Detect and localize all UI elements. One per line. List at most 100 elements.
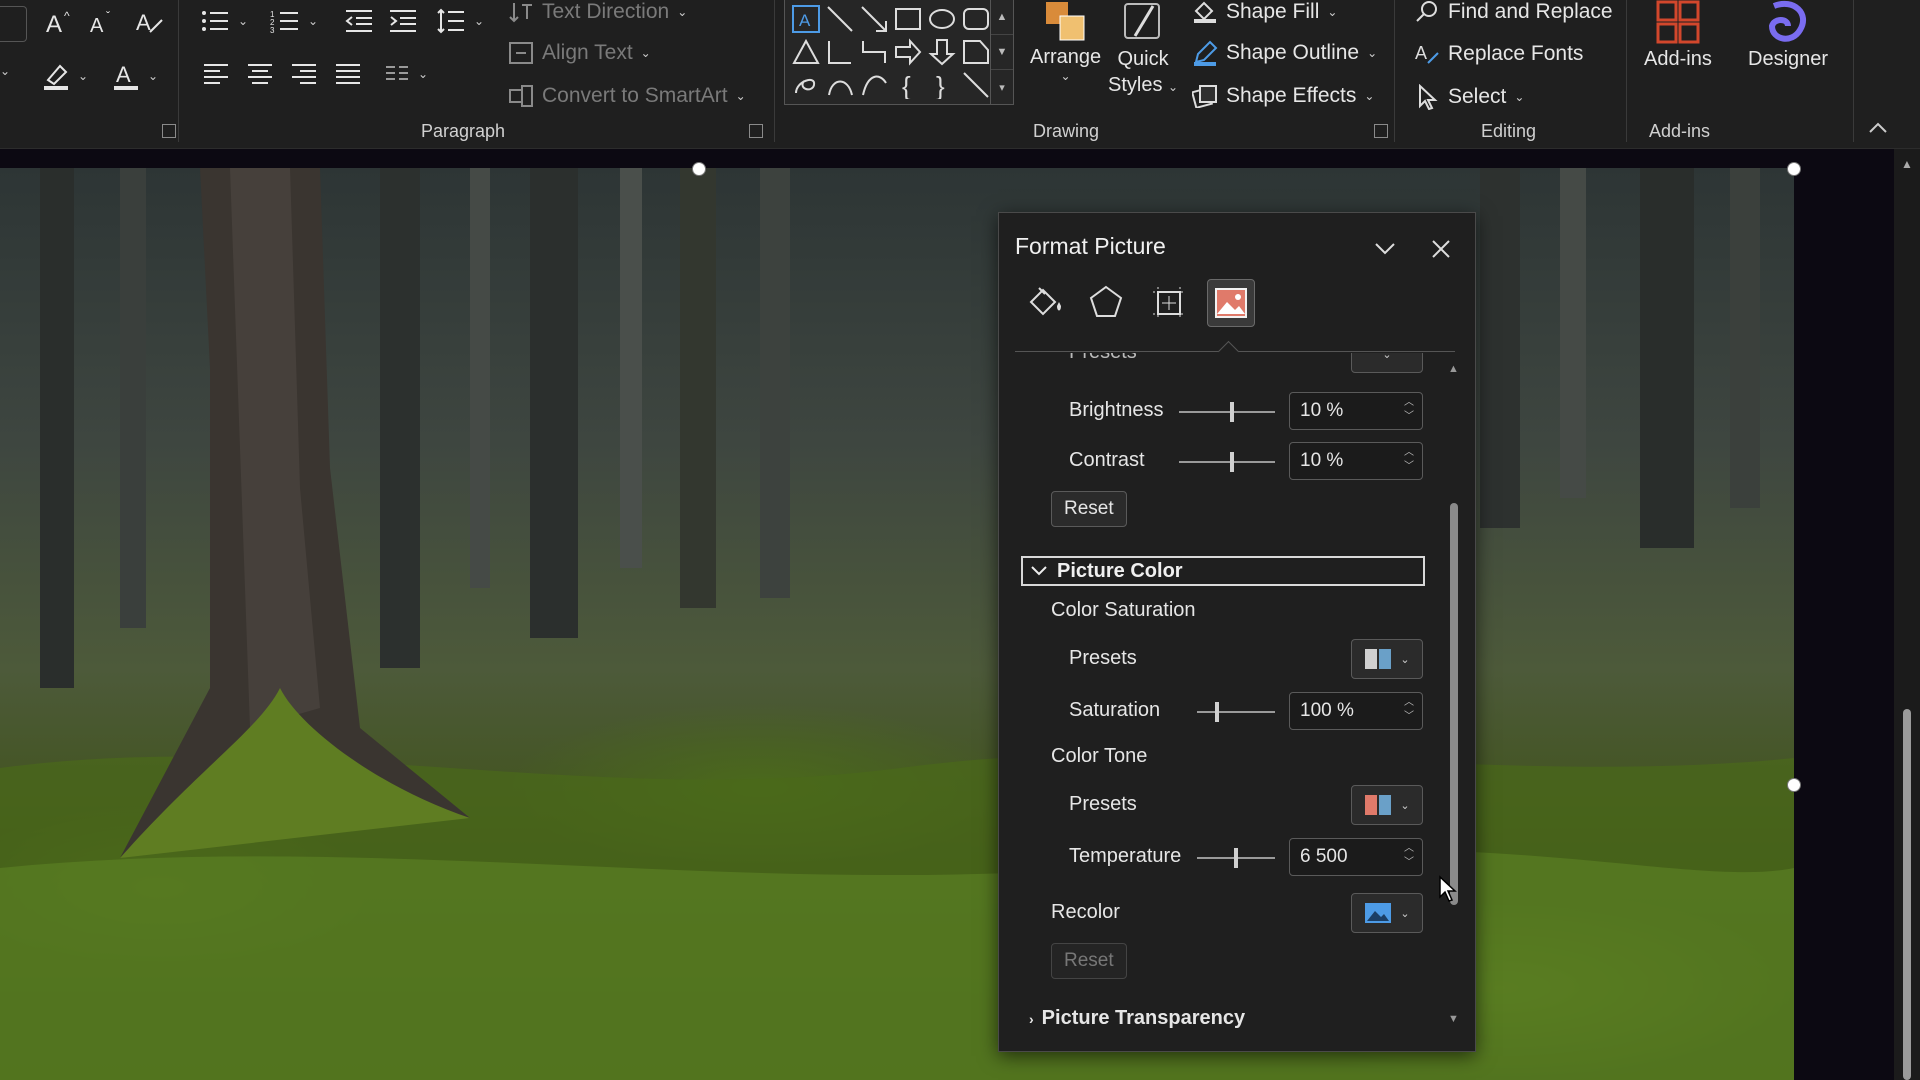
temperature-spinner[interactable]: 6 500 ︿ ﹀ xyxy=(1289,838,1423,876)
rectangle-shape-icon[interactable] xyxy=(894,5,922,33)
right-arrow-shape-icon[interactable] xyxy=(894,38,922,66)
quick-styles-button[interactable]: Quick Styles ⌄ xyxy=(1108,0,1178,100)
oval-shape-icon[interactable] xyxy=(928,5,956,33)
scroll-up-icon[interactable]: ▲ xyxy=(1901,157,1913,171)
pane-options-button[interactable] xyxy=(1371,235,1399,263)
tab-fill-line[interactable] xyxy=(1021,279,1067,325)
elbow-connector-shape-icon[interactable] xyxy=(826,38,854,66)
brightness-slider-knob[interactable] xyxy=(1230,402,1234,422)
slide-scrollbar-thumb[interactable] xyxy=(1903,709,1911,1080)
arrange-button[interactable]: Arrange ⌄ xyxy=(1030,0,1101,83)
pane-scroll-down-icon[interactable]: ▼ xyxy=(1448,1013,1459,1025)
spin-up-icon[interactable]: ︿ xyxy=(1404,396,1414,410)
increase-font-size-icon[interactable]: A ^ xyxy=(44,8,76,36)
font-dialog-launcher[interactable] xyxy=(162,124,176,138)
align-center-icon[interactable] xyxy=(246,62,274,86)
font-color-icon[interactable]: A ⌄ xyxy=(112,60,158,92)
temperature-slider[interactable] xyxy=(1197,848,1275,868)
replace-fonts-button[interactable]: A Replace Fonts xyxy=(1414,41,1583,67)
spin-down-icon[interactable]: ﹀ xyxy=(1404,710,1414,724)
decrease-font-size-icon[interactable]: Aˇ xyxy=(88,8,120,36)
line-spacing-icon[interactable]: ⌄ xyxy=(436,8,484,34)
curve-shape-icon[interactable] xyxy=(826,71,854,99)
select-button[interactable]: Select ⌄ xyxy=(1414,84,1524,110)
align-left-icon[interactable] xyxy=(202,62,230,86)
spin-down-icon[interactable]: ﹀ xyxy=(1404,856,1414,870)
pane-scroll-up-icon[interactable]: ▲ xyxy=(1448,363,1459,375)
text-direction-button[interactable]: Text Direction ⌄ xyxy=(508,0,687,24)
down-arrow-shape-icon[interactable] xyxy=(928,38,956,66)
add-ins-button[interactable]: Add-ins xyxy=(1644,0,1712,71)
find-replace-button[interactable]: Find and Replace xyxy=(1414,0,1613,24)
line-shape-icon[interactable] xyxy=(826,5,854,33)
resize-handle-right[interactable] xyxy=(1787,778,1801,792)
resize-handle-top-right[interactable] xyxy=(1787,162,1801,176)
clear-formatting-icon[interactable]: A xyxy=(134,8,166,36)
elbow-arrow-shape-icon[interactable] xyxy=(860,38,888,66)
freeform-shape-icon[interactable] xyxy=(792,71,820,99)
spin-up-icon[interactable]: ︿ xyxy=(1404,842,1414,856)
chevron-down-icon[interactable]: ⌄ xyxy=(0,64,10,78)
tab-effects[interactable] xyxy=(1083,279,1129,325)
corrections-presets-dropdown[interactable]: ⌄ xyxy=(1351,353,1423,373)
saturation-slider[interactable] xyxy=(1197,702,1275,722)
reset-color-button[interactable]: Reset xyxy=(1051,943,1127,979)
picture-color-section-header[interactable]: Picture Color xyxy=(1021,556,1425,586)
tab-size-properties[interactable] xyxy=(1145,279,1191,325)
reset-corrections-button[interactable]: Reset xyxy=(1051,491,1127,527)
gallery-up-icon[interactable]: ▲ xyxy=(991,0,1013,35)
font-name-dropdown[interactable] xyxy=(0,6,27,42)
contrast-slider[interactable] xyxy=(1179,452,1275,472)
slide-scrollbar[interactable]: ▲ xyxy=(1894,149,1920,1080)
spin-up-icon[interactable]: ︿ xyxy=(1404,696,1414,710)
gallery-more-icon[interactable]: ▾ xyxy=(991,70,1013,104)
pentagon-shape-icon[interactable] xyxy=(962,38,990,66)
text-box-shape-icon[interactable]: A xyxy=(792,5,820,33)
right-brace-shape-icon[interactable]: } xyxy=(928,71,956,99)
triangle-shape-icon[interactable] xyxy=(792,38,820,66)
resize-handle-top[interactable] xyxy=(692,162,706,176)
drawing-dialog-launcher[interactable] xyxy=(1374,124,1388,138)
saturation-slider-knob[interactable] xyxy=(1215,702,1219,722)
shape-fill-button[interactable]: Shape Fill ⌄ xyxy=(1192,0,1337,24)
tone-presets-dropdown[interactable]: ⌄ xyxy=(1351,785,1423,825)
gallery-down-icon[interactable]: ▼ xyxy=(991,35,1013,70)
spin-up-icon[interactable]: ︿ xyxy=(1404,446,1414,460)
align-right-icon[interactable] xyxy=(290,62,318,86)
shape-outline-button[interactable]: Shape Outline ⌄ xyxy=(1192,40,1377,66)
paragraph-dialog-launcher[interactable] xyxy=(749,124,763,138)
saturation-spinner[interactable]: 100 % ︿ ﹀ xyxy=(1289,692,1423,730)
align-text-button[interactable]: Align Text ⌄ xyxy=(508,41,651,65)
brightness-slider[interactable] xyxy=(1179,402,1275,422)
arrow-line-shape-icon[interactable] xyxy=(860,5,888,33)
bullets-icon[interactable]: ⌄ xyxy=(200,8,248,34)
temperature-slider-knob[interactable] xyxy=(1234,848,1238,868)
saturation-presets-dropdown[interactable]: ⌄ xyxy=(1351,639,1423,679)
convert-smartart-button[interactable]: Convert to SmartArt ⌄ xyxy=(508,84,746,108)
pane-scrollbar[interactable]: ▲ ▼ xyxy=(1447,353,1461,1033)
columns-icon[interactable]: ⌄ xyxy=(384,62,428,86)
contrast-slider-knob[interactable] xyxy=(1230,452,1234,472)
tab-picture[interactable] xyxy=(1207,279,1255,327)
numbering-icon[interactable]: 123 ⌄ xyxy=(270,8,318,34)
close-pane-button[interactable] xyxy=(1427,235,1455,263)
brightness-spinner[interactable]: 10 % ︿ ﹀ xyxy=(1289,392,1423,430)
shapes-gallery-scroll[interactable]: ▲ ▼ ▾ xyxy=(990,0,1013,104)
decrease-indent-icon[interactable] xyxy=(344,8,374,34)
shapes-gallery[interactable]: A { } ▲ ▼ ▾ xyxy=(784,0,1014,105)
contrast-spinner[interactable]: 10 % ︿ ﹀ xyxy=(1289,442,1423,480)
spin-down-icon[interactable]: ﹀ xyxy=(1404,460,1414,474)
designer-button[interactable]: Designer xyxy=(1748,0,1828,71)
shape-effects-button[interactable]: Shape Effects ⌄ xyxy=(1192,84,1374,108)
pane-scrollbar-thumb[interactable] xyxy=(1450,503,1458,905)
justify-icon[interactable] xyxy=(334,62,362,86)
arc-shape-icon[interactable] xyxy=(860,71,888,99)
left-brace-shape-icon[interactable]: { xyxy=(894,71,922,99)
increase-indent-icon[interactable] xyxy=(388,8,418,34)
spin-down-icon[interactable]: ﹀ xyxy=(1404,410,1414,424)
rounded-rectangle-shape-icon[interactable] xyxy=(962,5,990,33)
picture-transparency-section-header[interactable]: › Picture Transparency xyxy=(1029,1007,1245,1030)
diagonal-line-shape-icon[interactable] xyxy=(962,71,990,99)
highlighter-icon[interactable]: ⌄ xyxy=(42,60,88,92)
collapse-ribbon-icon[interactable] xyxy=(1868,122,1888,134)
